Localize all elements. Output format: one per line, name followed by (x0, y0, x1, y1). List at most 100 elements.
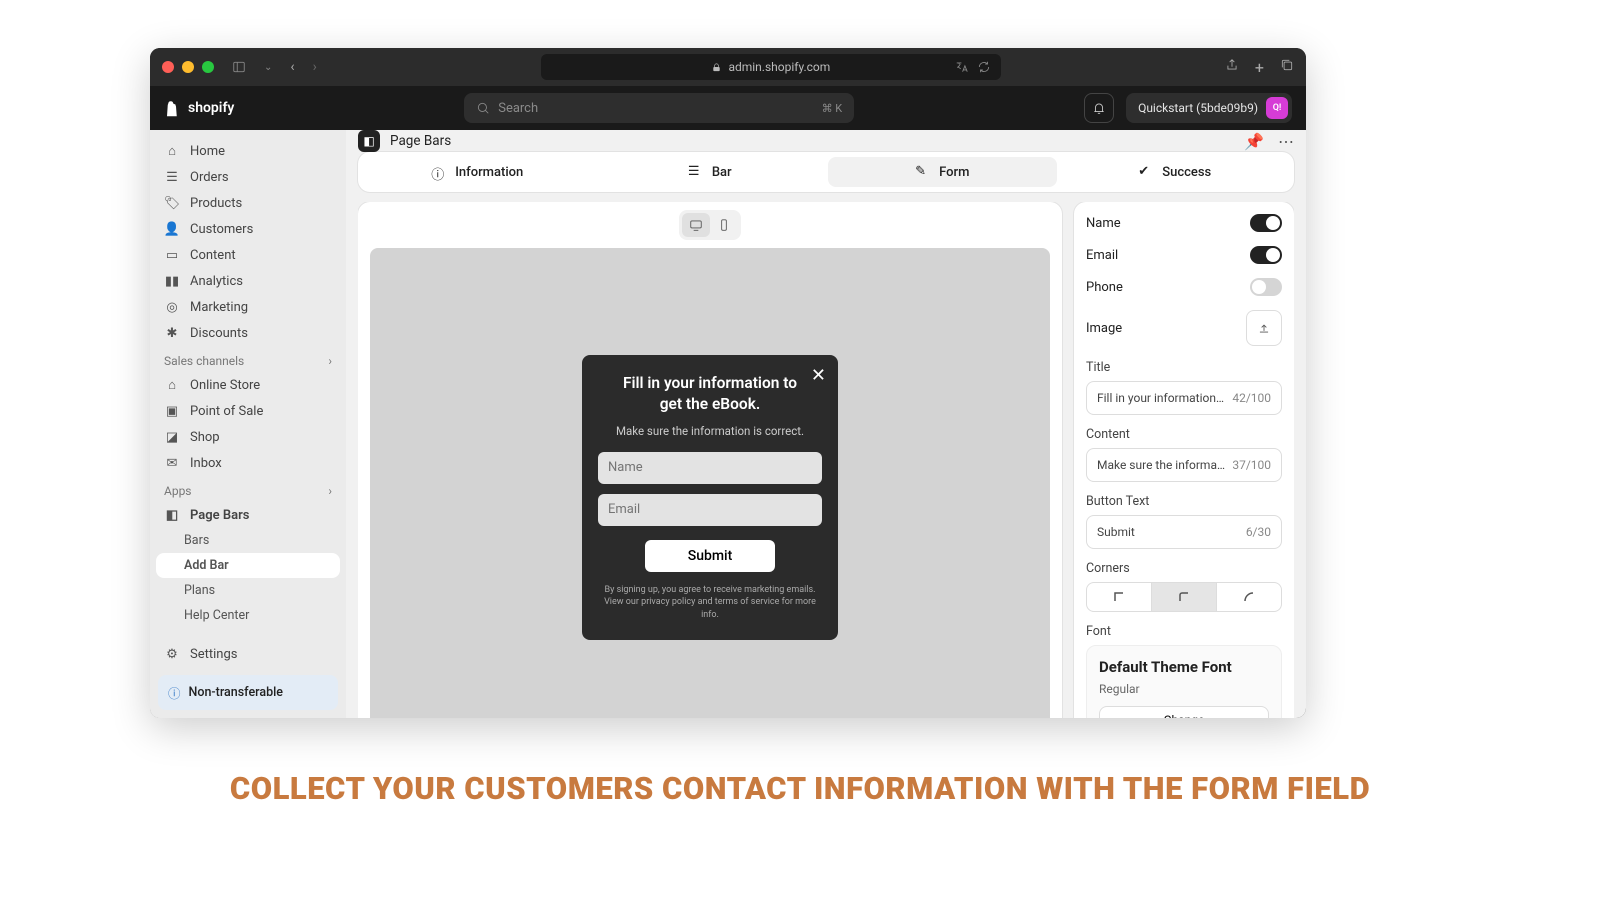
phone-toggle[interactable] (1250, 278, 1282, 296)
nav-pos[interactable]: ▣Point of Sale (150, 398, 346, 424)
shopify-logo[interactable]: shopify (164, 99, 234, 117)
search-bar[interactable]: Search ⌘ K (464, 93, 854, 123)
nav-home[interactable]: ⌂Home (150, 138, 346, 164)
chevron-right-icon: › (328, 354, 332, 368)
gear-icon: ⚙ (164, 646, 180, 662)
desktop-icon (689, 218, 703, 232)
search-icon (476, 101, 490, 115)
setting-name: Name (1086, 214, 1282, 232)
nav-page-bars[interactable]: ◧Page Bars (150, 502, 346, 528)
desktop-view-button[interactable] (682, 213, 710, 237)
corner-slight[interactable] (1152, 583, 1217, 611)
app-badge-icon: ◧ (358, 130, 380, 152)
submit-button[interactable]: Submit (645, 540, 775, 572)
nav-online-store[interactable]: ⌂Online Store (150, 372, 346, 398)
titlebar-left: ⌄ ‹ › (162, 59, 317, 75)
tabs: ⓘInformation ☰Bar ✎Form ✔Success (358, 152, 1294, 192)
traffic-lights (162, 61, 214, 73)
shop-icon: ◪ (164, 429, 180, 445)
image-upload-button[interactable] (1246, 310, 1282, 346)
font-label: Font (1086, 624, 1282, 639)
tab-success[interactable]: ✔Success (1061, 157, 1290, 187)
page-header: ◧ Page Bars 📌 ⋯ (346, 130, 1306, 152)
tag-icon: 🏷 (164, 195, 180, 211)
device-toggle (358, 202, 1062, 248)
title-label: Title (1086, 360, 1282, 375)
content-field[interactable]: Make sure the information37/100 (1086, 448, 1282, 482)
store-name: Quickstart (5bde09b9) (1138, 101, 1258, 115)
page-actions: 📌 ⋯ (1244, 132, 1294, 151)
title-field[interactable]: Fill in your information to g42/100 (1086, 381, 1282, 415)
nav-products[interactable]: 🏷Products (150, 190, 346, 216)
nav-analytics[interactable]: ▮▮Analytics (150, 268, 346, 294)
maximize-window-button[interactable] (202, 61, 214, 73)
sidebar-toggle-icon[interactable] (232, 60, 246, 74)
non-transferable-banner[interactable]: ⓘ Non-transferable (158, 675, 338, 710)
notifications-button[interactable] (1084, 93, 1114, 123)
browser-window: ⌄ ‹ › admin.shopify.com + shopify (150, 48, 1306, 718)
close-window-button[interactable] (162, 61, 174, 73)
content: ⓘInformation ☰Bar ✎Form ✔Success (346, 152, 1306, 718)
new-tab-icon[interactable]: + (1255, 58, 1264, 77)
section-apps[interactable]: Apps› (150, 476, 346, 502)
modal-fine-print: By signing up, you agree to receive mark… (598, 584, 822, 622)
change-font-button[interactable]: Change (1099, 706, 1269, 718)
pin-icon[interactable]: 📌 (1244, 132, 1264, 151)
tab-bar[interactable]: ☰Bar (596, 157, 825, 187)
info-icon: ⓘ (168, 683, 181, 702)
shopify-topbar: shopify Search ⌘ K Quickstart (5bde09b9)… (150, 86, 1306, 130)
button-text-label: Button Text (1086, 494, 1282, 509)
orders-icon: ☰ (164, 169, 180, 185)
nav-plans[interactable]: Plans (150, 578, 346, 603)
font-name: Default Theme Font (1099, 658, 1269, 676)
nav-bars[interactable]: Bars (150, 528, 346, 553)
back-button[interactable]: ‹ (290, 59, 294, 75)
nav-content[interactable]: ▭Content (150, 242, 346, 268)
corner-square[interactable] (1087, 583, 1152, 611)
email-toggle[interactable] (1250, 246, 1282, 264)
url-text: admin.shopify.com (728, 60, 830, 74)
corner-round[interactable] (1217, 583, 1281, 611)
tab-information[interactable]: ⓘInformation (363, 157, 592, 187)
nav-marketing[interactable]: ◎Marketing (150, 294, 346, 320)
share-icon[interactable] (1225, 58, 1239, 72)
email-input[interactable] (598, 494, 822, 526)
font-weight: Regular (1099, 682, 1269, 696)
store-switcher[interactable]: Quickstart (5bde09b9) Q! (1126, 93, 1292, 123)
button-text-field[interactable]: Submit6/30 (1086, 515, 1282, 549)
more-icon[interactable]: ⋯ (1278, 132, 1294, 151)
translate-icon[interactable] (955, 60, 969, 74)
nav-settings[interactable]: ⚙Settings (150, 641, 346, 667)
corners-label: Corners (1086, 561, 1282, 576)
nav-orders[interactable]: ☰Orders (150, 164, 346, 190)
nav-discounts[interactable]: ✱Discounts (150, 320, 346, 346)
tab-form[interactable]: ✎Form (828, 157, 1057, 187)
button-count: 6/30 (1246, 525, 1271, 539)
preview-canvas: ✕ Fill in your information to get the eB… (370, 248, 1050, 718)
app-icon: ◧ (164, 507, 180, 523)
section-sales-channels[interactable]: Sales channels› (150, 346, 346, 372)
main-area: ◧ Page Bars 📌 ⋯ ⓘInformation ☰Bar ✎Form … (346, 130, 1306, 718)
form-icon: ✎ (915, 164, 931, 180)
check-icon: ✔ (1138, 164, 1154, 180)
nav-help-center[interactable]: Help Center (150, 603, 346, 628)
round-corner-icon (1242, 590, 1256, 604)
nav-shop[interactable]: ◪Shop (150, 424, 346, 450)
nav-add-bar[interactable]: Add Bar (156, 553, 340, 578)
nav-inbox[interactable]: ✉Inbox (150, 450, 346, 476)
form-modal-preview: ✕ Fill in your information to get the eB… (582, 355, 838, 639)
minimize-window-button[interactable] (182, 61, 194, 73)
tabs-icon[interactable] (1280, 58, 1294, 72)
chart-icon: ▮▮ (164, 273, 180, 289)
address-bar[interactable]: admin.shopify.com (541, 54, 1001, 80)
topbar-right: Quickstart (5bde09b9) Q! (1084, 93, 1292, 123)
reload-icon[interactable] (977, 60, 991, 74)
chevron-down-icon[interactable]: ⌄ (264, 62, 272, 73)
nav-customers[interactable]: 👤Customers (150, 216, 346, 242)
lock-icon (711, 62, 722, 73)
name-toggle[interactable] (1250, 214, 1282, 232)
close-icon[interactable]: ✕ (811, 365, 826, 386)
name-input[interactable] (598, 452, 822, 484)
mobile-view-button[interactable] (710, 213, 738, 237)
info-icon: ⓘ (431, 164, 447, 180)
